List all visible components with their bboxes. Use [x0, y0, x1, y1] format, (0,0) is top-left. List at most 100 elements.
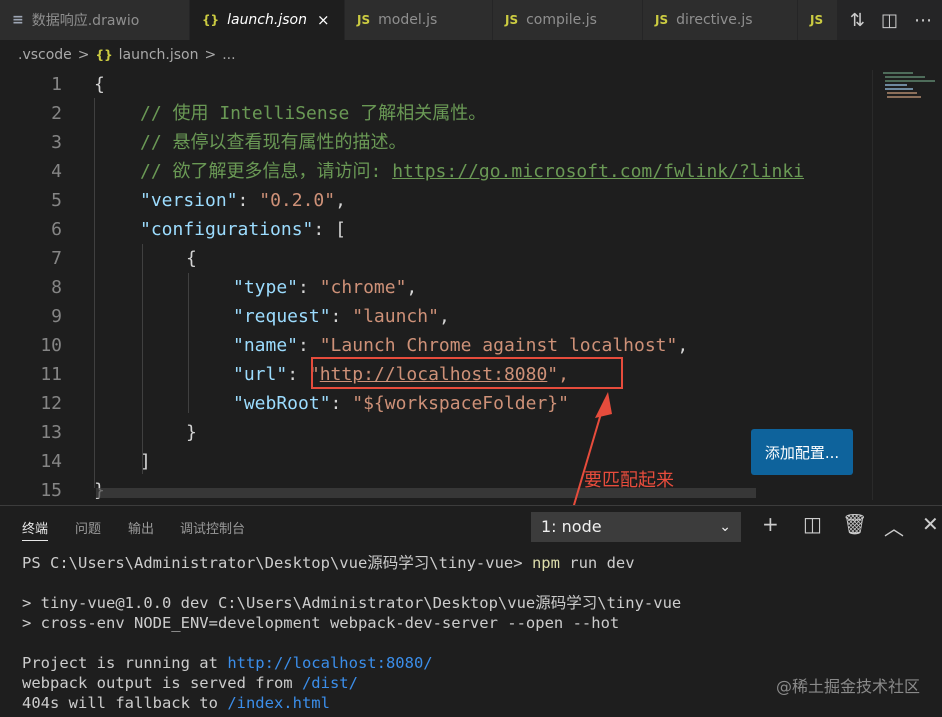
- line-number: 9: [51, 306, 62, 327]
- minimap-line: [887, 92, 917, 94]
- compare-changes-icon[interactable]: ⇅: [850, 10, 865, 31]
- tab-directive-js[interactable]: JS directive.js: [643, 0, 798, 40]
- line-number: 8: [51, 277, 62, 298]
- terminal-select[interactable]: 1: node ⌄: [531, 512, 741, 542]
- annotation-highlight-url: [311, 357, 623, 389]
- js-file-icon: JS: [810, 13, 824, 27]
- panel-tabs: 终端 问题 输出 调试控制台: [0, 506, 942, 548]
- breadcrumb-folder[interactable]: .vscode: [18, 47, 72, 63]
- tab-debug-console[interactable]: 调试控制台: [180, 518, 245, 537]
- terminal-args: run dev: [559, 554, 635, 572]
- breadcrumb-more[interactable]: ...: [222, 47, 235, 63]
- code-text: {: [94, 74, 105, 95]
- json-value: "Launch Chrome against localhost": [319, 335, 678, 356]
- watermark: @稀土掘金技术社区: [775, 677, 920, 696]
- trash-icon[interactable]: 🗑: [842, 512, 867, 536]
- terminal-line: > cross-env NODE_ENV=development webpack…: [22, 614, 620, 632]
- line-number: 11: [40, 364, 62, 385]
- json-key: "type": [233, 277, 299, 298]
- terminal-link[interactable]: http://localhost:8080/: [227, 654, 432, 672]
- minimap-line: [885, 88, 913, 90]
- tab-model-js[interactable]: JS model.js: [345, 0, 493, 40]
- line-number: 13: [40, 422, 62, 443]
- tab-output[interactable]: 输出: [128, 518, 154, 537]
- terminal-select-value: 1: node: [541, 517, 602, 536]
- terminal-link[interactable]: /index.html: [227, 694, 330, 712]
- terminal-text: Project is running at: [22, 654, 228, 672]
- line-number: 10: [40, 335, 62, 356]
- tab-label: 数据响应.drawio: [31, 13, 140, 29]
- json-key: "version": [140, 190, 238, 211]
- code-editor[interactable]: 1{ 2// 使用 IntelliSense 了解相关属性。 3// 悬停以查看…: [0, 70, 872, 500]
- code-line: 5 "version": "0.2.0",: [0, 186, 872, 215]
- terminal-line: 404s will fallback to /index.html: [22, 693, 330, 713]
- breadcrumb-separator: >: [204, 47, 217, 63]
- line-number: 2: [51, 103, 62, 124]
- breadcrumb-file[interactable]: launch.json: [119, 47, 199, 63]
- close-icon[interactable]: ×: [317, 11, 330, 29]
- line-number: 14: [40, 451, 62, 472]
- terminal-text: webpack output is served from: [22, 674, 302, 692]
- code-comment: // 使用 IntelliSense 了解相关属性。: [140, 103, 487, 124]
- js-file-icon: JS: [357, 13, 371, 27]
- close-panel-icon[interactable]: ✕: [922, 512, 939, 536]
- tab-label: directive.js: [676, 12, 753, 28]
- split-editor-icon[interactable]: ◫: [881, 10, 898, 31]
- code-line: 2 // 使用 IntelliSense 了解相关属性。: [0, 99, 872, 128]
- code-comment: // 欲了解更多信息，请访问:: [140, 161, 393, 182]
- annotation-label: 要匹配起来: [584, 470, 674, 491]
- tab-overflow[interactable]: JS: [798, 0, 838, 40]
- json-file-icon: {}: [95, 48, 113, 62]
- line-number: 15: [40, 480, 62, 500]
- terminal-line: Project is running at http://localhost:8…: [22, 653, 433, 673]
- code-line: 4 // 欲了解更多信息，请访问: https://go.microsoft.co…: [0, 157, 872, 186]
- terminal-line: PS C:\Users\Administrator\Desktop\vue源码学…: [22, 553, 635, 573]
- json-value: "${workspaceFolder}": [352, 393, 569, 414]
- add-configuration-button[interactable]: 添加配置...: [751, 429, 853, 475]
- terminal-command: npm: [531, 554, 560, 572]
- code-comment: // 悬停以查看现有属性的描述。: [140, 132, 407, 153]
- drawio-file-icon: ≡: [12, 12, 24, 28]
- tab-compile-js[interactable]: JS compile.js: [493, 0, 643, 40]
- json-key: "name": [233, 335, 299, 356]
- terminal-link[interactable]: /dist/: [302, 674, 358, 692]
- terminal-prompt: PS C:\Users\Administrator\Desktop\vue源码学…: [22, 554, 532, 572]
- code-text: }: [186, 422, 197, 443]
- code-line: 8 "type": "chrome",: [0, 273, 872, 302]
- tab-launch-json[interactable]: {} launch.json ×: [190, 0, 345, 40]
- tab-problems[interactable]: 问题: [75, 518, 101, 537]
- tab-label: compile.js: [526, 12, 597, 28]
- json-value: "launch": [352, 306, 439, 327]
- terminal-line: > tiny-vue@1.0.0 dev C:\Users\Administra…: [22, 594, 682, 612]
- minimap-line: [887, 96, 921, 98]
- terminal-text: 404s will fallback to: [22, 694, 228, 712]
- json-punctuation: : [: [313, 219, 346, 240]
- minimap-line: [885, 84, 907, 86]
- more-actions-icon[interactable]: ⋯: [914, 10, 932, 31]
- line-number: 4: [51, 161, 62, 182]
- code-line: 14]: [0, 447, 872, 476]
- breadcrumb-separator: >: [77, 47, 90, 63]
- split-terminal-icon[interactable]: ◫: [803, 512, 822, 536]
- tab-terminal[interactable]: 终端: [22, 518, 49, 541]
- minimap-line: [885, 76, 925, 78]
- json-value: "chrome": [319, 277, 407, 298]
- code-line: 13}: [0, 418, 872, 447]
- code-link[interactable]: https://go.microsoft.com/fwlink/?linki: [392, 161, 804, 182]
- line-number: 5: [51, 190, 62, 211]
- code-line: 7{: [0, 244, 872, 273]
- code-line: 12 "webRoot": "${workspaceFolder}": [0, 389, 872, 418]
- line-number: 1: [51, 74, 62, 95]
- minimap-line: [885, 80, 935, 82]
- minimap[interactable]: [872, 70, 942, 500]
- json-value: "0.2.0": [259, 190, 336, 211]
- minimap-line: [883, 72, 913, 74]
- terminal-line: webpack output is served from /dist/: [22, 673, 358, 693]
- breadcrumb: .vscode > {} launch.json > ...: [0, 40, 942, 70]
- tab-drawio[interactable]: ≡ 数据响应.drawio: [0, 0, 190, 40]
- maximize-panel-icon[interactable]: ︿: [884, 512, 904, 541]
- code-text: {: [186, 248, 197, 269]
- json-key: "request": [233, 306, 331, 327]
- new-terminal-icon[interactable]: +: [762, 512, 779, 536]
- terminal-output[interactable]: PS C:\Users\Administrator\Desktop\vue源码学…: [22, 553, 681, 712]
